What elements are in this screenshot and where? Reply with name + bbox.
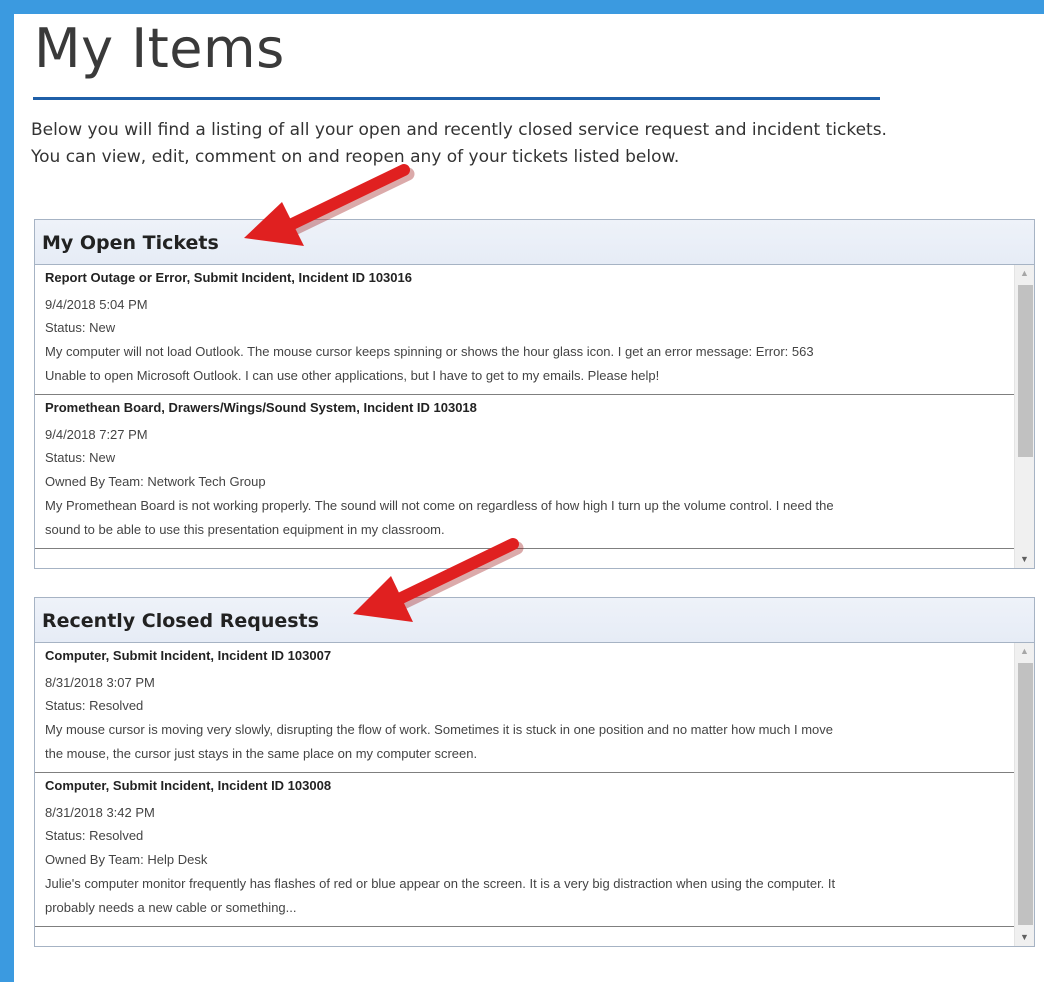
open-tickets-header: My Open Tickets [35,220,1034,265]
intro-text: Below you will find a listing of all you… [31,117,1021,171]
scroll-down-arrow-icon[interactable]: ▼ [1015,929,1034,946]
ticket-title-link[interactable]: Computer, Submit Incident, Incident ID 1… [45,775,1005,797]
open-tickets-body: Report Outage or Error, Submit Incident,… [35,265,1034,568]
left-frame-border [0,0,14,982]
ticket-item[interactable]: Computer, Submit Incident, Incident ID 1… [35,643,1015,773]
ticket-item[interactable]: Computer, Submit Incident, Incident ID 1… [35,773,1015,927]
page-title: My Items [34,17,285,80]
scroll-thumb[interactable] [1018,285,1033,457]
ticket-title-link[interactable]: Report Outage or Error, Submit Incident,… [45,267,1005,289]
open-tickets-panel: My Open Tickets Report Outage or Error, … [34,219,1035,569]
ticket-description-line-2: sound to be able to use this presentatio… [45,522,445,537]
ticket-status: Status: Resolved [45,698,144,713]
ticket-owner: Owned By Team: Network Tech Group [45,474,266,489]
ticket-title-link[interactable]: Promethean Board, Drawers/Wings/Sound Sy… [45,397,1005,419]
ticket-item[interactable]: Promethean Board, Drawers/Wings/Sound Sy… [35,395,1015,549]
ticket-status: Status: New [45,320,116,335]
title-underline [33,97,880,100]
closed-requests-title: Recently Closed Requests [42,610,319,632]
closed-requests-list: Computer, Submit Incident, Incident ID 1… [35,643,1015,946]
scroll-thumb[interactable] [1018,663,1033,925]
open-tickets-scrollbar[interactable]: ▲ ▼ [1014,265,1034,568]
ticket-date: 9/4/2018 5:04 PM [45,297,148,312]
ticket-item[interactable]: Report Outage or Error, Submit Incident,… [35,265,1015,395]
open-tickets-title: My Open Tickets [42,232,219,254]
closed-requests-body: Computer, Submit Incident, Incident ID 1… [35,643,1034,946]
ticket-date: 9/4/2018 7:27 PM [45,427,148,442]
ticket-description-line-1: My Promethean Board is not working prope… [45,498,834,513]
ticket-description-line-1: My computer will not load Outlook. The m… [45,344,814,359]
ticket-description-line-2: probably needs a new cable or something.… [45,900,297,915]
ticket-date: 8/31/2018 3:42 PM [45,805,155,820]
scroll-up-arrow-icon[interactable]: ▲ [1015,643,1034,660]
scroll-down-arrow-icon[interactable]: ▼ [1015,551,1034,568]
top-frame-border [0,0,1044,14]
ticket-owner: Owned By Team: Help Desk [45,852,208,867]
open-tickets-list: Report Outage or Error, Submit Incident,… [35,265,1015,568]
closed-requests-header: Recently Closed Requests [35,598,1034,643]
closed-requests-panel: Recently Closed Requests Computer, Submi… [34,597,1035,947]
ticket-description-line-2: the mouse, the cursor just stays in the … [45,746,478,761]
ticket-date: 8/31/2018 3:07 PM [45,675,155,690]
ticket-title-link[interactable]: Computer, Submit Incident, Incident ID 1… [45,645,1005,667]
intro-line-2: You can view, edit, comment on and reope… [31,147,680,167]
ticket-description-line-2: Unable to open Microsoft Outlook. I can … [45,368,660,383]
closed-requests-scrollbar[interactable]: ▲ ▼ [1014,643,1034,946]
ticket-description-line-1: Julie's computer monitor frequently has … [45,876,836,891]
ticket-description-line-1: My mouse cursor is moving very slowly, d… [45,722,834,737]
ticket-status: Status: Resolved [45,828,144,843]
ticket-status: Status: New [45,450,116,465]
scroll-up-arrow-icon[interactable]: ▲ [1015,265,1034,282]
intro-line-1: Below you will find a listing of all you… [31,120,887,140]
